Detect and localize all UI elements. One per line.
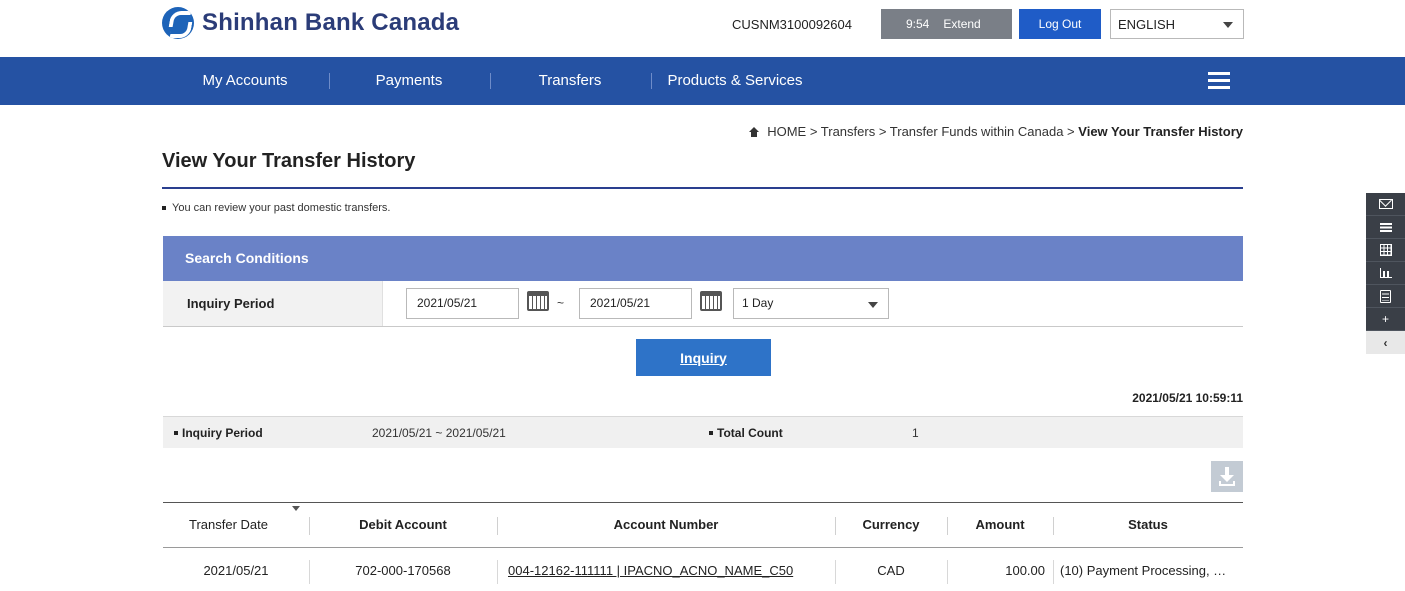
top-bar: Shinhan Bank Canada CUSNM3100092604 9:54… xyxy=(0,0,1405,56)
summary-count-label: Total Count xyxy=(709,426,783,440)
nav-divider xyxy=(329,73,330,89)
nav-divider xyxy=(651,73,652,89)
nav-item-payments[interactable]: Payments xyxy=(354,57,464,105)
inquiry-timestamp: 2021/05/21 10:59:11 xyxy=(1132,391,1243,405)
cell-debit-account: 702-000-170568 xyxy=(355,563,451,578)
quick-menu-chart[interactable] xyxy=(1366,262,1405,285)
column-currency: Currency xyxy=(862,517,920,532)
quick-menu-mail[interactable] xyxy=(1366,193,1405,216)
document-icon xyxy=(1380,289,1391,303)
summary-period-label: Inquiry Period xyxy=(174,426,263,440)
bullet-icon xyxy=(162,206,166,210)
inquiry-period-row: Inquiry Period 2021/05/21 ~ 2021/05/21 1… xyxy=(163,281,1243,327)
quick-menu-list[interactable] xyxy=(1366,216,1405,239)
chart-icon xyxy=(1379,268,1392,278)
column-divider xyxy=(1053,560,1054,584)
summary-period-label-text: Inquiry Period xyxy=(182,426,263,440)
search-conditions-header: Search Conditions xyxy=(163,236,1243,281)
chevron-down-icon xyxy=(1223,22,1233,28)
shinhan-logo-icon xyxy=(162,7,194,39)
cell-transfer-date: 2021/05/21 xyxy=(203,563,269,578)
session-time: 9:54 xyxy=(906,17,930,31)
column-account-number: Account Number xyxy=(613,517,719,532)
summary-count-label-text: Total Count xyxy=(717,426,783,440)
title-divider xyxy=(162,187,1243,189)
session-timer: 9:54 Extend xyxy=(881,9,1012,39)
note-text: You can review your past domestic transf… xyxy=(172,202,391,214)
plus-icon: + xyxy=(1381,312,1389,326)
quick-menu-collapse[interactable]: ‹ xyxy=(1366,331,1405,354)
column-status: Status xyxy=(1128,517,1168,532)
from-date-input[interactable]: 2021/05/21 xyxy=(406,288,519,319)
inquiry-period-label: Inquiry Period xyxy=(163,281,383,326)
extend-button[interactable]: Extend xyxy=(943,17,980,31)
column-divider xyxy=(497,560,498,584)
user-id: CUSNM3100092604 xyxy=(732,17,852,32)
breadcrumb-home[interactable]: HOME xyxy=(767,124,806,139)
summary-period-value: 2021/05/21 ~ 2021/05/21 xyxy=(372,426,506,440)
chevron-down-icon xyxy=(868,302,878,308)
table-row[interactable]: 2021/05/21 702-000-170568 004-12162-1111… xyxy=(163,548,1243,591)
logout-button[interactable]: Log Out xyxy=(1019,9,1101,39)
breadcrumb-path: > Transfers > Transfer Funds within Cana… xyxy=(806,124,1079,139)
hamburger-icon[interactable] xyxy=(1208,72,1230,90)
calendar-icon[interactable] xyxy=(527,291,549,311)
calendar-icon[interactable] xyxy=(700,291,722,311)
column-amount: Amount xyxy=(975,517,1025,532)
collapse-arrow-icon: ‹ xyxy=(1383,335,1388,350)
mail-icon xyxy=(1378,199,1393,209)
breadcrumb-current: View Your Transfer History xyxy=(1078,124,1243,139)
quick-menu-calculator[interactable] xyxy=(1366,239,1405,262)
quick-menu-document[interactable] xyxy=(1366,285,1405,308)
bank-name: Shinhan Bank Canada xyxy=(202,9,460,36)
cell-currency: CAD xyxy=(877,563,905,578)
column-transfer-date[interactable]: Transfer Date xyxy=(163,503,294,547)
bullet-icon xyxy=(709,431,713,435)
breadcrumb: HOME > Transfers > Transfer Funds within… xyxy=(749,124,1243,139)
table-header: Transfer Date Debit Account Account Numb… xyxy=(163,502,1243,548)
bank-logo[interactable]: Shinhan Bank Canada xyxy=(162,7,459,39)
page-note: You can review your past domestic transf… xyxy=(162,202,390,214)
summary-count-value: 1 xyxy=(912,426,919,440)
download-icon[interactable] xyxy=(1211,461,1243,492)
result-summary: Inquiry Period 2021/05/21 ~ 2021/05/21 T… xyxy=(163,416,1243,448)
calculator-icon xyxy=(1379,244,1392,256)
language-value: ENGLISH xyxy=(1118,16,1176,32)
nav-divider xyxy=(490,73,491,89)
cell-account-number-link[interactable]: 004-12162-111111 | IPACNO_ACNO_NAME_C50 xyxy=(508,548,828,591)
column-debit-account: Debit Account xyxy=(359,517,447,532)
nav-item-transfers[interactable]: Transfers xyxy=(515,57,625,105)
inquiry-button[interactable]: Inquiry xyxy=(636,339,771,376)
date-separator: ~ xyxy=(557,296,565,310)
page-title: View Your Transfer History xyxy=(162,150,416,172)
quick-menu: + ‹ xyxy=(1366,193,1405,354)
period-value: 1 Day xyxy=(742,296,774,310)
period-select[interactable]: 1 Day xyxy=(733,288,889,319)
main-nav: My Accounts Payments Transfers Products … xyxy=(0,57,1405,105)
list-icon xyxy=(1379,222,1392,232)
cell-amount: 100.00 xyxy=(1005,563,1045,578)
nav-item-my-accounts[interactable]: My Accounts xyxy=(183,57,307,105)
cell-status: (10) Payment Processing, … xyxy=(1060,563,1227,578)
nav-item-products-services[interactable]: Products & Services xyxy=(660,57,810,105)
language-select[interactable]: ENGLISH xyxy=(1110,9,1244,39)
home-icon xyxy=(749,126,760,137)
sort-icon[interactable] xyxy=(292,506,300,511)
quick-menu-plus[interactable]: + xyxy=(1366,308,1405,331)
bullet-icon xyxy=(174,431,178,435)
to-date-input[interactable]: 2021/05/21 xyxy=(579,288,692,319)
